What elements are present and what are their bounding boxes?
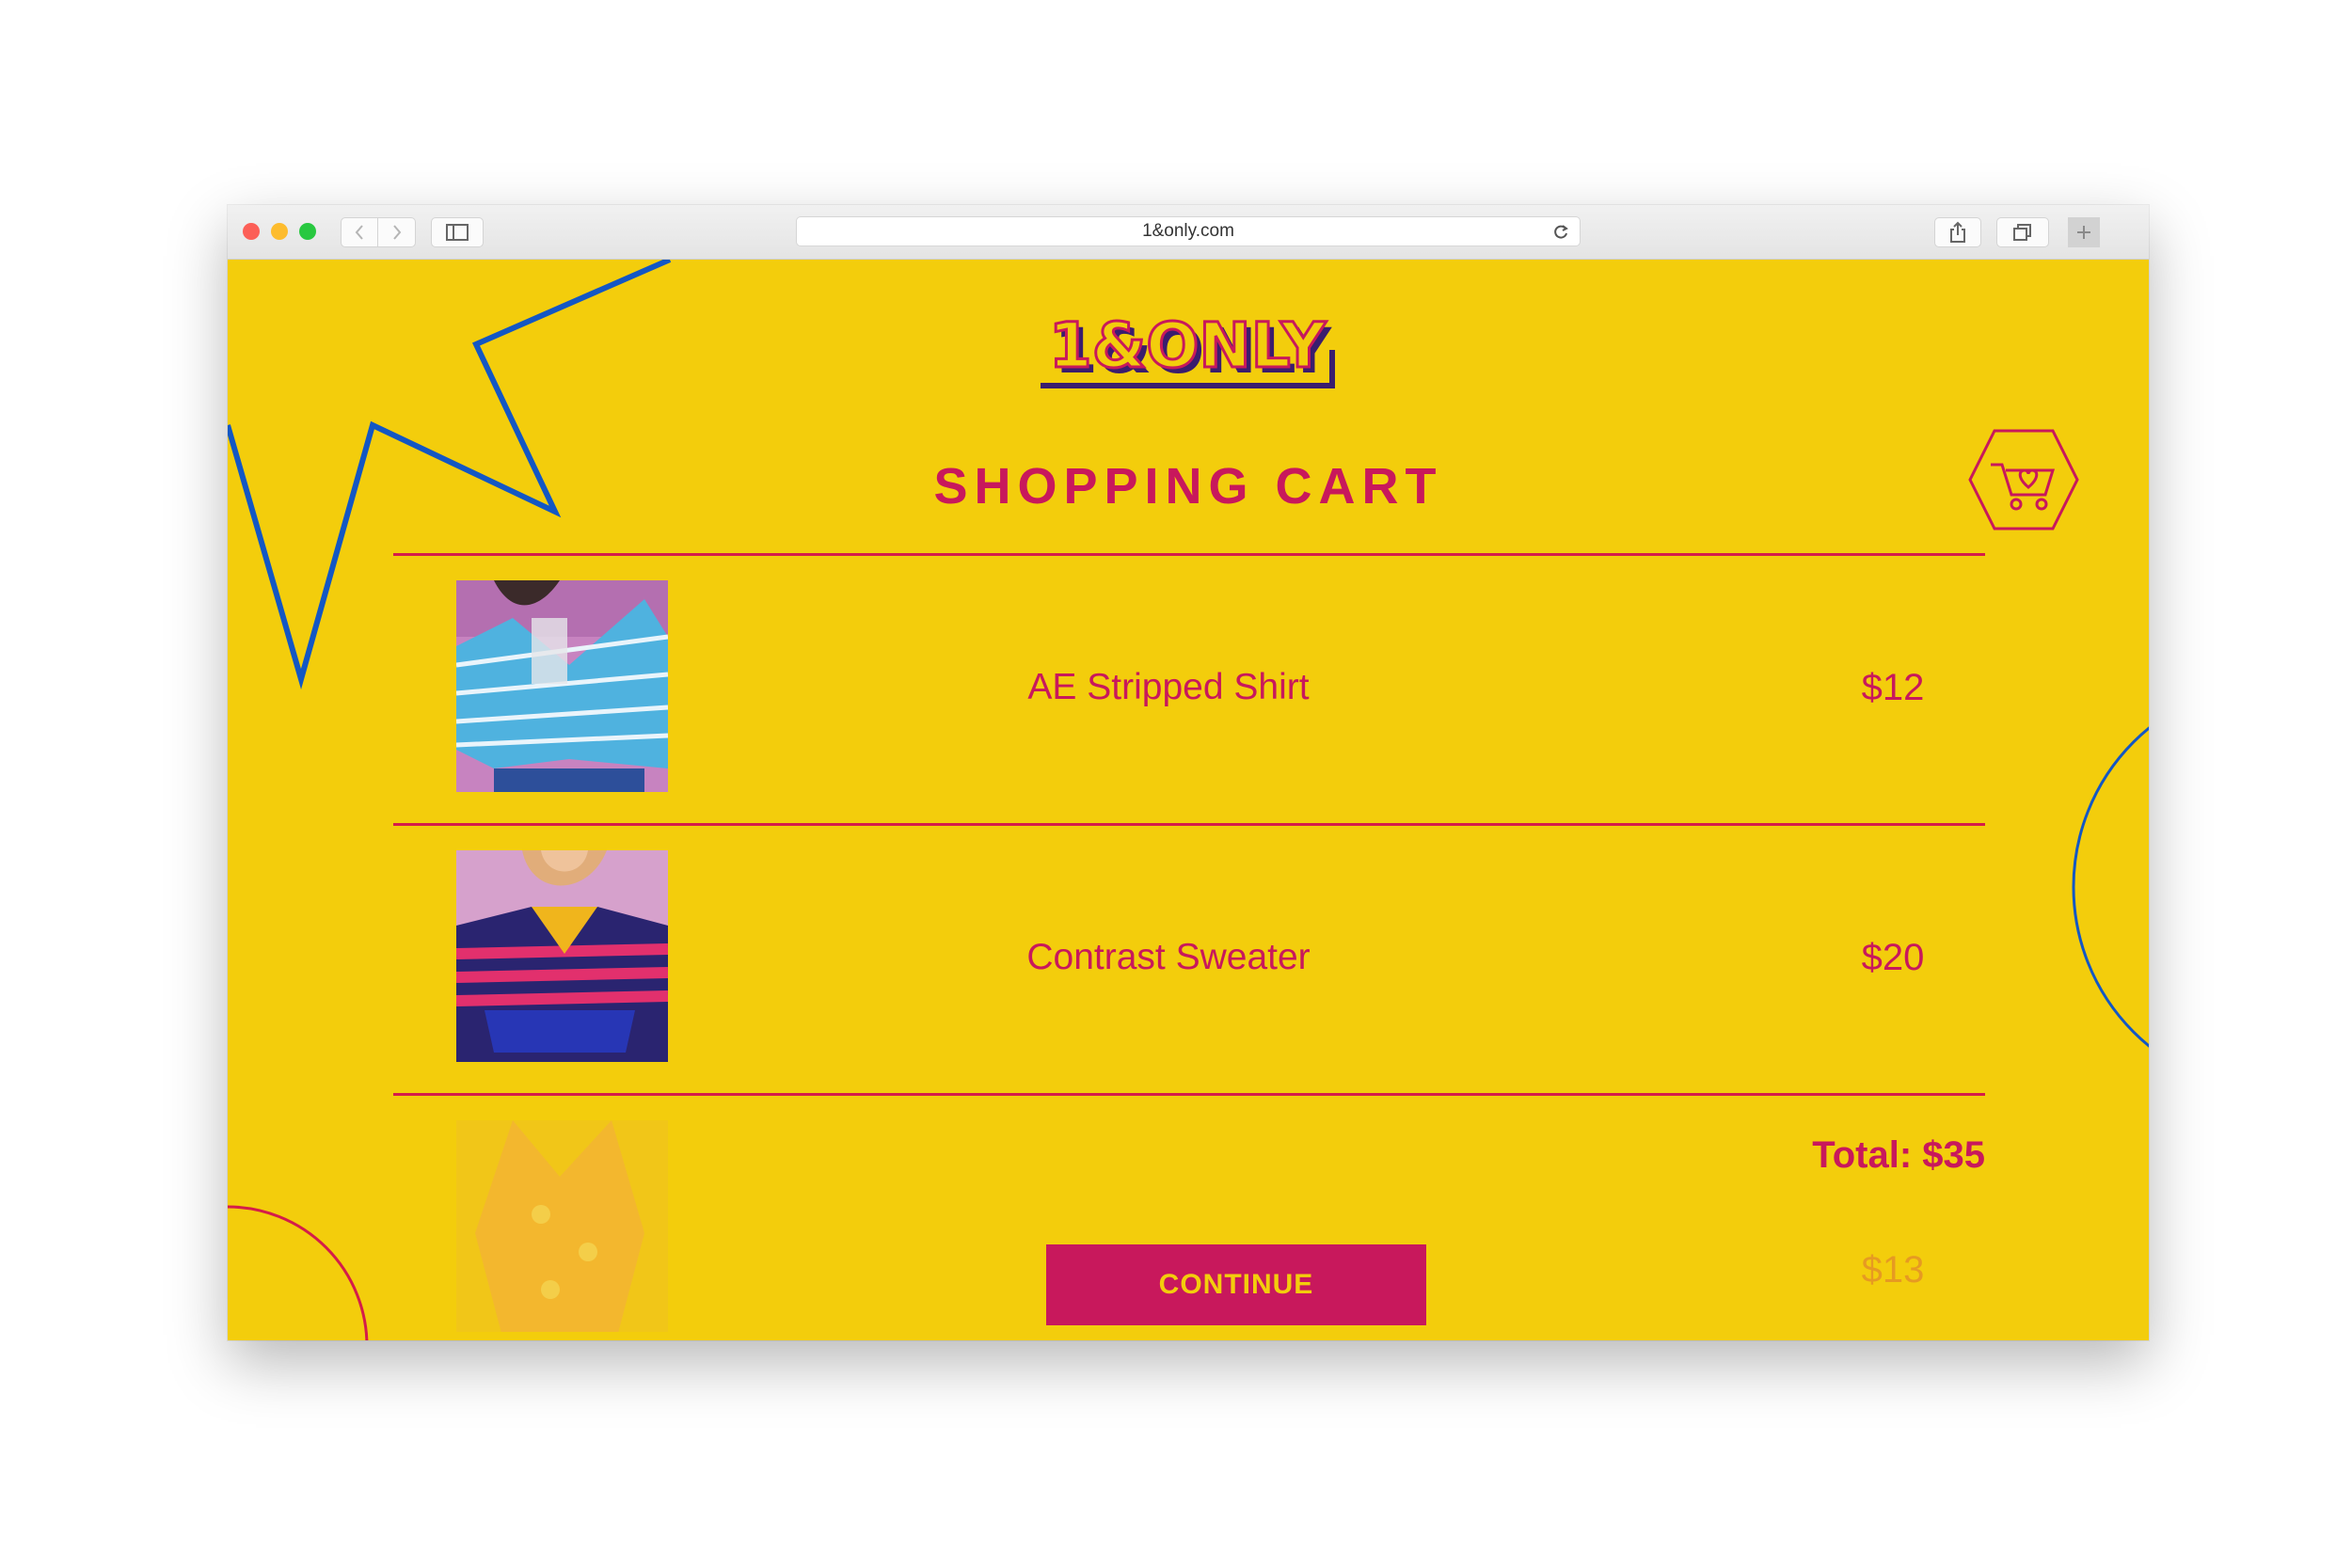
item-price: $20 [1861,937,1925,978]
item-name[interactable]: Contrast Sweater [886,854,1451,1061]
url-text: 1&only.com [1142,221,1234,241]
share-icon [1950,221,1965,243]
blue-circle-outline [2072,726,2149,1048]
tabs-icon [2013,224,2031,241]
brand-logo[interactable]: 1&ONLY 1&ONLY [1033,303,1343,397]
item-price: $13 [1861,1249,1925,1291]
browser-toolbar: 1&only.com [228,205,2149,260]
new-tab-button[interactable] [2068,217,2100,247]
continue-button[interactable]: CONTINUE [1046,1244,1426,1325]
reload-icon[interactable] [1551,223,1570,242]
page-title: SHOPPING CART [933,458,1443,515]
show-tabs-button[interactable] [1996,217,2049,247]
minimize-window-button[interactable] [271,223,288,240]
browser-window: 1&only.com 1&ONLY 1&ONLY SHOPPING CART A… [228,205,2149,1340]
back-button[interactable] [341,217,378,247]
item-price: $12 [1861,667,1925,708]
address-bar[interactable]: 1&only.com [796,216,1581,246]
share-button[interactable] [1934,217,1981,247]
product-image-dress[interactable] [456,1120,668,1332]
cart-total: Total: $35 [1812,1134,1985,1176]
item-name[interactable]: AE Stripped Shirt [886,584,1451,791]
sidebar-icon [446,224,469,241]
page-content: 1&ONLY 1&ONLY SHOPPING CART AE Stripped … [228,260,2149,1340]
plus-icon [2077,226,2090,239]
cart-icon[interactable] [1963,427,2079,532]
forward-button[interactable] [378,217,416,247]
chevron-right-icon [392,225,401,240]
divider-line [393,1093,1985,1096]
chevron-left-icon [355,225,363,240]
sidebar-toggle-button[interactable] [431,217,484,247]
zoom-window-button[interactable] [299,223,316,240]
product-image-sweater[interactable] [456,850,668,1062]
divider-line [393,553,1985,556]
close-window-button[interactable] [243,223,260,240]
product-image-shirt[interactable] [456,580,668,792]
divider-line [393,823,1985,826]
logo-text: 1&ONLY [1049,309,1327,382]
red-circle-outline [228,1205,369,1340]
